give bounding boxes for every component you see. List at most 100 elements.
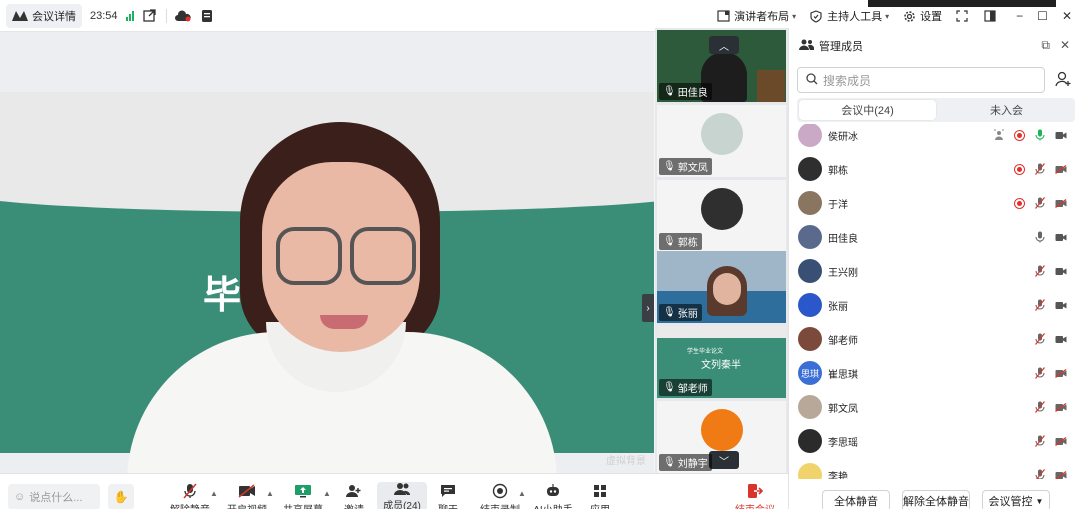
raise-hand-button[interactable]: ✋: [108, 484, 134, 509]
camera-off-icon[interactable]: [1055, 469, 1067, 479]
invite-button[interactable]: 邀请: [329, 482, 379, 509]
settings-label: 设置: [920, 11, 943, 23]
thumbnail[interactable]: 学生毕业论文 文列秦半 🎙 邹老师: [657, 326, 786, 398]
mic-active-icon[interactable]: [1034, 129, 1046, 141]
avatar: [798, 395, 822, 419]
camera-icon[interactable]: [1055, 265, 1067, 277]
list-item[interactable]: 郭文凤: [789, 390, 1080, 424]
camera-icon[interactable]: [1055, 333, 1067, 345]
list-item[interactable]: 邹老师: [789, 322, 1080, 356]
chevron-up-icon[interactable]: ▲: [518, 489, 526, 498]
settings-button[interactable]: 设置: [901, 8, 942, 24]
share-screen-icon: [293, 482, 313, 500]
start-video-button[interactable]: 开启视频: [222, 482, 272, 509]
popout-icon[interactable]: ⧉: [1041, 38, 1050, 53]
fullscreen-icon[interactable]: [954, 8, 970, 24]
mic-muted-icon[interactable]: [1034, 299, 1046, 311]
chevron-up-icon[interactable]: ▲: [266, 489, 274, 498]
search-placeholder: 搜索成员: [823, 73, 872, 88]
camera-off-icon[interactable]: [1055, 197, 1067, 209]
thumbnail-name: 郭文凤: [677, 163, 708, 174]
thumbnail-name: 张丽: [677, 309, 698, 320]
meeting-details-button[interactable]: 会议详情: [6, 3, 82, 28]
chat-label: 聊天: [438, 501, 458, 509]
collapse-thumbnails-button[interactable]: ›: [642, 294, 654, 322]
camera-icon[interactable]: [1055, 129, 1067, 141]
thumbnail[interactable]: ︿ 🎙 田佳良: [657, 30, 786, 102]
mic-muted-icon[interactable]: [1034, 163, 1046, 175]
speaker-layout-button[interactable]: 演讲者布局 ▾: [715, 8, 796, 24]
end-meeting-button[interactable]: 结束会议: [730, 482, 780, 509]
apps-button[interactable]: 应用: [575, 482, 625, 509]
ai-assistant-label: AI小助手: [533, 501, 572, 509]
chevron-up-icon[interactable]: ▲: [210, 489, 218, 498]
mic-muted-icon[interactable]: [1034, 469, 1046, 479]
mic-muted-icon[interactable]: [1034, 367, 1046, 379]
list-item[interactable]: 张丽: [789, 288, 1080, 322]
camera-off-icon[interactable]: [1055, 435, 1067, 447]
share-user-icon[interactable]: [993, 129, 1005, 141]
maximize-icon[interactable]: ☐: [1037, 9, 1048, 23]
glasses: [276, 227, 342, 285]
scroll-up-button[interactable]: ︿: [709, 36, 739, 54]
tab-in-meeting[interactable]: 会议中(24): [799, 100, 936, 120]
mute-all-button[interactable]: 全体静音: [822, 490, 890, 509]
mic-muted-icon[interactable]: [1034, 401, 1046, 413]
unmute-all-button[interactable]: 解除全体静音: [902, 490, 970, 509]
unmute-button[interactable]: 解除静音: [165, 482, 215, 509]
members-button[interactable]: 成员(24): [377, 482, 427, 509]
list-item[interactable]: 田佳良: [789, 220, 1080, 254]
external-link-icon[interactable]: [142, 8, 158, 24]
gear-icon: [901, 8, 917, 24]
list-item[interactable]: 思琪 崔思琪: [789, 356, 1080, 390]
list-item[interactable]: 于洋: [789, 186, 1080, 220]
mic-muted-icon[interactable]: [1034, 197, 1046, 209]
chat-quick-input[interactable]: ☺ 说点什么...: [8, 484, 100, 509]
camera-icon[interactable]: [1055, 299, 1067, 311]
list-item[interactable]: 郭栋: [789, 152, 1080, 186]
end-meeting-label: 结束会议: [735, 501, 775, 509]
camera-icon[interactable]: [1055, 231, 1067, 243]
cloud-record-icon[interactable]: [174, 8, 191, 24]
meeting-control-button[interactable]: 会议管控 ▼: [982, 490, 1050, 509]
thumbnail[interactable]: 🎙 郭栋: [657, 180, 786, 252]
speaker-layout-label: 演讲者布局: [734, 11, 790, 23]
avatar: [798, 124, 822, 147]
thumbnail[interactable]: ﹀ 🎙 刘静宇: [657, 401, 786, 473]
avatar: [798, 191, 822, 215]
document-icon[interactable]: [199, 8, 215, 24]
avatar: [798, 157, 822, 181]
list-item[interactable]: 侯研冰: [789, 124, 1080, 152]
thumbnail-name: 邹老师: [677, 384, 708, 395]
scroll-down-button[interactable]: ﹀: [709, 451, 739, 469]
chevron-down-icon: ▼: [1035, 496, 1044, 506]
sidebar-toggle-icon[interactable]: [982, 8, 998, 24]
main-video[interactable]: 毕业辩 虚拟背景 ›: [0, 32, 654, 473]
close-icon[interactable]: ✕: [1062, 9, 1072, 23]
chat-button[interactable]: 聊天: [423, 482, 473, 509]
member-name: 侯研冰: [828, 131, 858, 143]
thumb-slide-line2: 文列秦半: [701, 360, 741, 371]
mic-muted-icon[interactable]: [1034, 435, 1046, 447]
member-list: 侯研冰 郭栋 于洋 田佳良 王兴刚 张丽 邹老师 思琪 崔思琪 郭文凤 李思瑶 …: [789, 124, 1080, 479]
list-item[interactable]: 李艳: [789, 458, 1080, 479]
ai-assistant-button[interactable]: AI小助手: [528, 482, 578, 509]
camera-off-icon[interactable]: [1055, 401, 1067, 413]
mic-muted-icon[interactable]: [1034, 265, 1046, 277]
mic-muted-icon: 🎙: [663, 161, 676, 172]
mic-muted-icon[interactable]: [1034, 333, 1046, 345]
close-panel-icon[interactable]: ✕: [1060, 38, 1070, 53]
host-tools-button[interactable]: 主持人工具 ▾: [808, 8, 889, 24]
tab-not-joined[interactable]: 未入会: [938, 98, 1075, 122]
list-item[interactable]: 李思瑶: [789, 424, 1080, 458]
thumbnail[interactable]: 🎙 张丽: [657, 251, 786, 323]
invite-member-button[interactable]: [1051, 67, 1075, 93]
share-screen-button[interactable]: 共享屏幕: [278, 482, 328, 509]
camera-off-icon[interactable]: [1055, 367, 1067, 379]
member-search-input[interactable]: 搜索成员: [797, 67, 1045, 93]
list-item[interactable]: 王兴刚: [789, 254, 1080, 288]
minimize-icon[interactable]: −: [1016, 9, 1023, 23]
camera-off-icon[interactable]: [1055, 163, 1067, 175]
thumbnail[interactable]: 🎙 郭文凤: [657, 105, 786, 177]
mic-icon[interactable]: [1034, 231, 1046, 243]
